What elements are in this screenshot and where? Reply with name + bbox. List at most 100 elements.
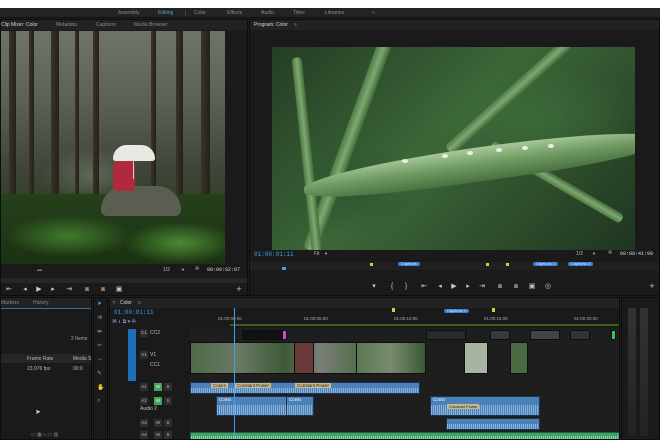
transition-constant-power[interactable]: Constant Power (235, 383, 272, 388)
export-frame-icon[interactable]: ▣ (528, 283, 536, 290)
time-ruler[interactable]: 01:00:00:00 01:00:05:00 01:00:10:00 01:0… (190, 308, 619, 328)
solo-button[interactable]: S (164, 431, 172, 439)
source-zoom-select[interactable]: 1/2 (163, 267, 170, 273)
track-cc1[interactable]: CC1 (110, 360, 186, 371)
zoom-tool-icon[interactable]: ⌕ (97, 398, 100, 405)
track-a1[interactable]: A1 M S (110, 382, 186, 393)
solo-button[interactable]: S (164, 383, 172, 391)
caption-marker[interactable]: Captions 1 (533, 262, 559, 266)
column-media-start[interactable]: Media S (73, 356, 91, 362)
insert-icon[interactable]: ⧈ (83, 286, 91, 293)
timeline-tool-icons[interactable]: ⌘ ◐ ⧉ ▾ ✇ (112, 319, 136, 325)
program-timecode[interactable]: 01:00:01:11 (254, 251, 294, 258)
track-a4[interactable]: A4 M S (110, 430, 186, 439)
play-icon[interactable]: ▶ (35, 286, 43, 293)
slip-tool-icon[interactable]: ↔ (97, 356, 103, 362)
caption-clip[interactable] (611, 330, 616, 340)
video-clip[interactable] (294, 342, 314, 374)
program-video-frame[interactable] (272, 47, 635, 250)
mute-button[interactable]: M (154, 431, 162, 439)
tab-media-browser[interactable]: Media Browser (134, 22, 167, 28)
workspace-overflow-icon[interactable]: » (372, 10, 375, 16)
ripple-edit-tool-icon[interactable]: ⇹ (97, 328, 102, 335)
caption-clip[interactable] (490, 330, 510, 340)
playhead[interactable] (234, 308, 235, 439)
tab-sequence-color[interactable]: Color (120, 300, 132, 306)
workspace-color[interactable]: Color (194, 10, 206, 16)
workspace-editing[interactable]: Editing (158, 10, 173, 16)
audio-clip-a1[interactable]: Colors Constant Power Constant Power (190, 382, 420, 394)
selection-tool-icon[interactable]: ➤ (97, 300, 102, 307)
tab-markers[interactable]: Markers (1, 300, 19, 306)
chevron-down-icon[interactable]: ▼ (592, 251, 596, 256)
caption-clip[interactable] (530, 330, 560, 340)
step-back-icon[interactable]: ◂ (436, 283, 444, 290)
tab-metadata[interactable]: Metadata (56, 22, 77, 28)
workspace-libraries[interactable]: Libraries (325, 10, 344, 16)
step-back-icon[interactable]: ◂ (21, 286, 29, 293)
pen-tool-icon[interactable]: ✎ (97, 370, 102, 377)
workspace-assembly[interactable]: Assembly (118, 10, 140, 16)
lift-icon[interactable]: ⧈ (496, 283, 504, 290)
mute-button[interactable]: M (154, 419, 162, 427)
mark-out-icon[interactable]: } (402, 283, 410, 290)
step-forward-icon[interactable]: ▸ (49, 286, 57, 293)
mark-in-icon[interactable]: { (388, 283, 396, 290)
wrench-icon[interactable]: ✇ (608, 250, 612, 256)
source-timecode[interactable]: 00:00:02:07 (207, 267, 240, 273)
audio-clip-a3[interactable] (446, 418, 540, 430)
caption-marker[interactable]: Captions (398, 262, 420, 266)
add-button-icon[interactable]: + (648, 282, 656, 291)
list-item[interactable]: 23,976 fps 00:0 (1, 364, 91, 373)
overwrite-icon[interactable]: ⧈ (99, 286, 107, 293)
extract-icon[interactable]: ⧈ (512, 283, 520, 290)
track-c1[interactable]: C1 CC2 (110, 328, 186, 381)
tab-clip-mixer[interactable]: Clip Mixer: Color (1, 22, 38, 28)
sequence-menu-icon[interactable]: ≡ (138, 300, 141, 306)
comparison-view-icon[interactable]: ◎ (544, 283, 552, 290)
track-a3[interactable]: A3 M S (110, 418, 186, 429)
audio-clip-a2[interactable]: Const (216, 396, 290, 416)
tab-history[interactable]: History (33, 300, 49, 306)
transition-constant-power[interactable]: Constant Power (447, 404, 480, 409)
tab-captions[interactable]: Captions (96, 22, 116, 28)
go-to-in-icon[interactable]: ⇤ (420, 283, 428, 290)
caption-marker[interactable]: Captions 1 (444, 309, 470, 313)
caption-clip[interactable] (570, 330, 590, 340)
solo-button[interactable]: S (164, 397, 172, 405)
marker-icon[interactable]: ▬ (37, 267, 42, 273)
source-video-frame[interactable] (1, 31, 225, 264)
track-a2[interactable]: A2 M S Audio 2 (110, 396, 186, 412)
playhead-icon[interactable] (282, 267, 286, 270)
chevron-down-icon[interactable]: ▼ (181, 267, 185, 272)
export-frame-icon[interactable]: ▣ (115, 286, 123, 293)
column-frame-rate[interactable]: Frame Rate (27, 356, 53, 362)
video-clip[interactable] (464, 342, 488, 374)
caption-marker[interactable]: Captions 2 (568, 262, 594, 266)
mark-in-icon[interactable]: ⇤ (5, 286, 13, 293)
video-clip[interactable] (356, 342, 426, 374)
workspace-effects[interactable]: Effects (227, 10, 242, 16)
play-icon[interactable]: ▶ (450, 283, 458, 290)
workspace-titles[interactable]: Titles (293, 10, 305, 16)
caption-clip[interactable] (282, 330, 287, 340)
program-menu-icon[interactable]: ≡ (294, 22, 297, 28)
program-zoom-select[interactable]: 1/2 (576, 251, 583, 257)
caption-clip[interactable] (426, 330, 466, 340)
mark-out-icon[interactable]: ⇥ (65, 286, 73, 293)
razor-tool-icon[interactable]: ✂ (97, 342, 102, 349)
solo-button[interactable]: S (164, 419, 172, 427)
video-clip[interactable] (510, 342, 528, 374)
add-button-icon[interactable]: + (235, 285, 243, 294)
mute-button[interactable]: M (154, 383, 162, 391)
audio-clip-a2[interactable]: Const Constant Power (430, 396, 540, 416)
chevron-down-icon[interactable]: ▼ (324, 251, 328, 256)
audio-clip-a4[interactable] (190, 432, 619, 439)
add-marker-icon[interactable]: ▾ (370, 283, 378, 290)
close-icon[interactable]: ✕ (112, 300, 116, 306)
program-scrubber[interactable]: Captions Captions 1 Captions 2 (250, 262, 659, 270)
caption-clip[interactable] (242, 330, 282, 340)
tab-program[interactable]: Program: Color (254, 22, 288, 28)
go-to-out-icon[interactable]: ⇥ (478, 283, 486, 290)
fit-select[interactable]: Fit (314, 251, 320, 257)
